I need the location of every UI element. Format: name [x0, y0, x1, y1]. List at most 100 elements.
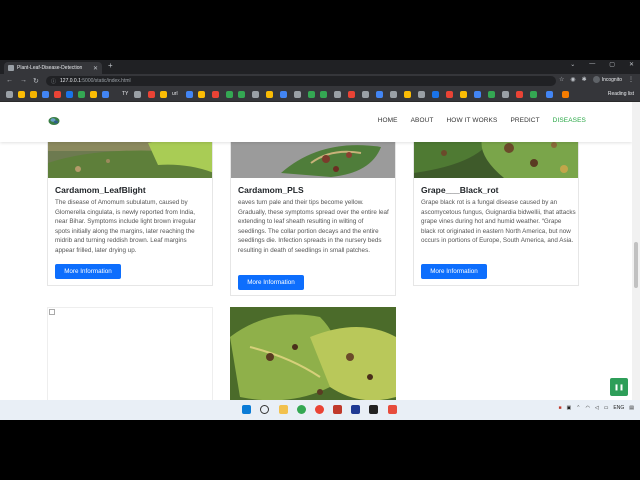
tab-title: Plant-Leaf-Disease-Detection	[17, 65, 83, 71]
bookmark-icon[interactable]	[348, 91, 355, 98]
star-icon[interactable]: ☆	[559, 76, 564, 83]
bookmark-icon[interactable]	[530, 91, 537, 98]
profile-button[interactable]: Incognito	[592, 76, 622, 83]
chrome-icon[interactable]	[297, 405, 306, 414]
nav-diseases[interactable]: DISEASES	[553, 117, 586, 124]
bookmark-icon[interactable]	[390, 91, 397, 98]
bookmark-icon[interactable]	[446, 91, 453, 98]
forward-icon[interactable]: →	[20, 77, 27, 84]
bookmark-icon[interactable]	[308, 91, 315, 98]
bookmark-icon[interactable]	[488, 91, 495, 98]
nav-home[interactable]: HOME	[378, 117, 398, 124]
notification-icon[interactable]: ▤	[629, 405, 634, 411]
tab-favicon-icon	[8, 65, 14, 71]
wifi-icon[interactable]: ◠	[585, 405, 589, 411]
bookmark-icon[interactable]	[148, 91, 155, 98]
bookmark-icon[interactable]	[160, 91, 167, 98]
bookmark-icon[interactable]	[460, 91, 467, 98]
bookmark-icon[interactable]	[198, 91, 205, 98]
menu-icon[interactable]: ⋮	[628, 76, 634, 83]
bookmark-icon[interactable]	[42, 91, 49, 98]
photoshop-icon[interactable]	[351, 405, 360, 414]
bookmark-icon[interactable]	[404, 91, 411, 98]
card-description: eaves turn pale and their tips become ye…	[238, 199, 389, 254]
page-scrollbar[interactable]	[632, 102, 640, 400]
bookmark-icon[interactable]	[186, 91, 193, 98]
search-icon[interactable]	[260, 405, 269, 414]
bookmark-icon[interactable]	[280, 91, 287, 98]
bookmark-icon[interactable]	[18, 91, 25, 98]
bookmark-icon[interactable]	[418, 91, 425, 98]
nav-how-it-works[interactable]: HOW IT WORKS	[447, 117, 498, 124]
bookmark-icon[interactable]	[474, 91, 481, 98]
nav-predict[interactable]: PREDICT	[510, 117, 539, 124]
browser-tab-strip: Plant-Leaf-Disease-Detection ✕ + ⌄ — ▢ ✕	[0, 60, 640, 74]
card-title: Grape___Black_rot	[421, 185, 499, 195]
nav-about[interactable]: ABOUT	[411, 117, 434, 124]
apps-icon[interactable]	[6, 91, 13, 98]
volume-icon[interactable]: ◁	[595, 405, 599, 411]
bookmark-icon[interactable]	[266, 91, 273, 98]
bookmark-icon[interactable]	[78, 91, 85, 98]
bookmark-icon[interactable]	[90, 91, 97, 98]
info-icon[interactable]: ⓘ	[51, 78, 56, 85]
bookmark-icon[interactable]	[320, 91, 327, 98]
bookmark-icon[interactable]	[294, 91, 301, 98]
bookmark-icon[interactable]	[102, 91, 109, 98]
file-explorer-icon[interactable]	[279, 405, 288, 414]
app-icon[interactable]	[315, 405, 324, 414]
bookmark-icon[interactable]	[334, 91, 341, 98]
card-title: Cardamom_LeafBlight	[55, 185, 146, 195]
bookmark-icon[interactable]	[562, 91, 569, 98]
bookmark-icon[interactable]	[30, 91, 37, 98]
bookmark-icon[interactable]	[546, 91, 553, 98]
leaf-logo-icon[interactable]	[48, 116, 60, 126]
tray-app-icon[interactable]: ▣	[567, 405, 572, 411]
incognito-avatar-icon	[592, 76, 600, 83]
chevron-down-icon[interactable]: ⌄	[570, 61, 575, 68]
reading-list-button[interactable]: Reading list	[608, 91, 634, 97]
bookmark-icon[interactable]	[212, 91, 219, 98]
maximize-icon[interactable]: ▢	[609, 61, 615, 68]
reload-icon[interactable]: ↻	[33, 77, 39, 85]
bookmark-icon[interactable]	[66, 91, 73, 98]
back-icon[interactable]: ←	[6, 77, 13, 84]
bookmark-icon[interactable]	[502, 91, 509, 98]
nav-links: HOME ABOUT HOW IT WORKS PREDICT DISEASES	[378, 117, 586, 124]
close-tab-icon[interactable]: ✕	[93, 65, 98, 72]
tray-app-icon[interactable]: ■	[558, 405, 561, 411]
app-icon[interactable]	[333, 405, 342, 414]
battery-icon[interactable]: ▭	[604, 405, 609, 411]
more-information-button[interactable]: More Information	[421, 264, 487, 279]
leaf-image	[230, 307, 396, 400]
terminal-icon[interactable]	[369, 405, 378, 414]
bookmark-icon[interactable]	[54, 91, 61, 98]
more-information-button[interactable]: More Information	[55, 264, 121, 279]
minimize-icon[interactable]: —	[589, 61, 595, 68]
address-bar[interactable]: ⓘ 127.0.0.1 :5000/static/index.html	[46, 76, 556, 86]
close-window-icon[interactable]: ✕	[629, 61, 634, 68]
broken-image-icon	[49, 309, 55, 315]
bookmark-label[interactable]: url	[172, 91, 178, 97]
browser-tab[interactable]: Plant-Leaf-Disease-Detection ✕	[4, 62, 102, 74]
bookmark-icon[interactable]	[252, 91, 259, 98]
scrollbar-thumb[interactable]	[634, 242, 638, 288]
bookmark-icon[interactable]	[376, 91, 383, 98]
language-indicator[interactable]: ENG	[613, 405, 624, 411]
system-tray: ■ ▣ ⌃ ◠ ◁ ▭ ENG ▤	[558, 405, 634, 411]
puzzle-icon[interactable]: ✱	[582, 76, 587, 83]
bookmark-icon[interactable]	[362, 91, 369, 98]
app-icon[interactable]	[388, 405, 397, 414]
bookmark-icon[interactable]	[432, 91, 439, 98]
extension-icon[interactable]: ◉	[570, 76, 575, 83]
bookmark-icon[interactable]	[516, 91, 523, 98]
new-tab-icon[interactable]: +	[108, 61, 113, 70]
more-information-button[interactable]: More Information	[238, 275, 304, 290]
bookmark-icon[interactable]	[238, 91, 245, 98]
bookmark-icon[interactable]	[226, 91, 233, 98]
chevron-up-icon[interactable]: ⌃	[576, 405, 580, 411]
bookmark-icon[interactable]	[134, 91, 141, 98]
pause-recording-button[interactable]: ❚❚	[610, 378, 628, 396]
windows-start-icon[interactable]	[242, 405, 251, 414]
bookmark-label[interactable]: TY	[122, 91, 128, 97]
